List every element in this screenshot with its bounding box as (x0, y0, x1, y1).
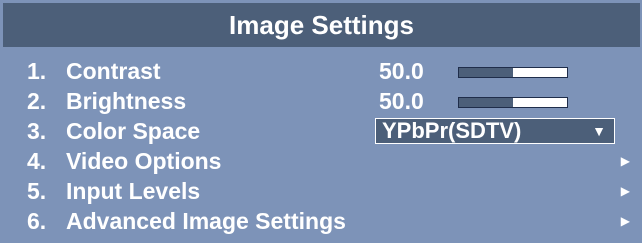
item-number: 6. (27, 208, 47, 234)
color-space-dropdown[interactable]: YPbPr(SDTV) ▼ (375, 118, 615, 144)
item-label: Advanced Image Settings (66, 208, 346, 234)
contrast-slider[interactable] (458, 67, 568, 78)
menu-title: Image Settings (3, 3, 640, 47)
triangle-right-icon: ▶ (620, 154, 630, 168)
menu-item-contrast[interactable]: 1. Contrast 50.0 (3, 56, 640, 86)
contrast-value: 50.0 (379, 58, 424, 84)
contrast-slider-fill (459, 68, 513, 77)
item-number: 5. (27, 178, 47, 204)
item-label: Contrast (66, 58, 161, 84)
item-label: Color Space (66, 118, 201, 144)
item-label: Input Levels (66, 178, 201, 204)
item-label: Brightness (66, 88, 187, 114)
menu-item-input-levels[interactable]: 5. Input Levels ▶ (3, 176, 640, 206)
item-label: Video Options (66, 148, 222, 174)
menu-item-advanced-image-settings[interactable]: 6. Advanced Image Settings ▶ (3, 206, 640, 236)
brightness-value: 50.0 (379, 88, 424, 114)
color-space-value: YPbPr(SDTV) (382, 118, 522, 143)
item-number: 3. (27, 118, 47, 144)
brightness-slider[interactable] (458, 97, 568, 108)
triangle-right-icon: ▶ (620, 184, 630, 198)
menu-item-color-space[interactable]: 3. Color Space YPbPr(SDTV) ▼ (3, 116, 640, 146)
menu-item-brightness[interactable]: 2. Brightness 50.0 (3, 86, 640, 116)
item-number: 1. (27, 58, 47, 84)
image-settings-menu: Image Settings 1. Contrast 50.0 2. Brigh… (0, 0, 642, 243)
brightness-slider-fill (459, 98, 513, 107)
menu-items: 1. Contrast 50.0 2. Brightness 50.0 3. C… (3, 56, 640, 236)
menu-item-video-options[interactable]: 4. Video Options ▶ (3, 146, 640, 176)
item-number: 4. (27, 148, 47, 174)
item-number: 2. (27, 88, 47, 114)
triangle-right-icon: ▶ (620, 214, 630, 228)
triangle-down-icon: ▼ (592, 123, 606, 139)
